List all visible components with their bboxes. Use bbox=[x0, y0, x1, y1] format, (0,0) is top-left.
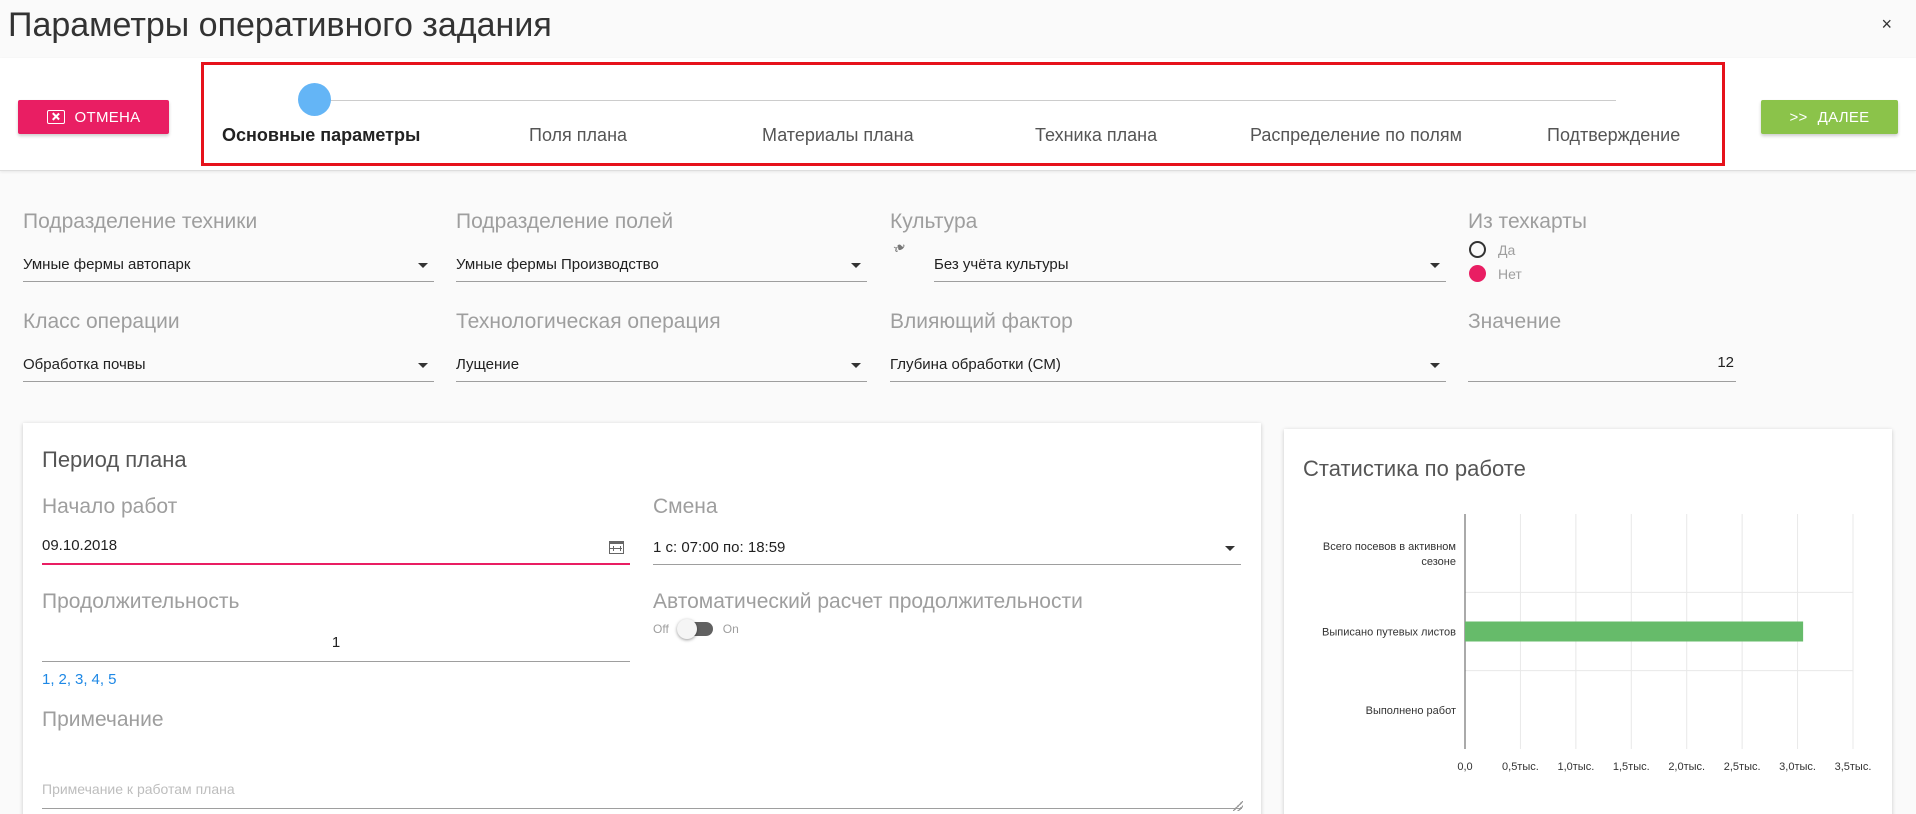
techcard-radio-yes[interactable]: Да bbox=[1469, 241, 1515, 258]
duration-label: Продолжительность bbox=[42, 590, 240, 613]
resize-handle-icon[interactable] bbox=[1233, 801, 1243, 811]
techcard-no-label: Нет bbox=[1498, 265, 1522, 282]
wizard-stepper: Основные параметры Поля плана Материалы … bbox=[201, 62, 1725, 166]
factor-label: Влияющий фактор bbox=[890, 310, 1073, 333]
auto-calc-label: Автоматический расчет продолжительности bbox=[653, 590, 1083, 613]
duration-quick-links: 1, 2, 3, 4, 5 bbox=[42, 671, 117, 688]
stepper-track bbox=[316, 100, 1616, 101]
field-division-select[interactable]: Умные фермы Производство bbox=[456, 246, 867, 282]
shift-select[interactable]: 1 с: 07:00 по: 18:59 bbox=[653, 529, 1241, 565]
note-textarea[interactable]: Примечание к работам плана bbox=[42, 769, 1242, 809]
auto-calc-toggle[interactable] bbox=[676, 619, 713, 639]
wizard-toolbar: ОТМЕНА Основные параметры Поля плана Мат… bbox=[0, 58, 1916, 171]
value-label: Значение bbox=[1468, 310, 1562, 333]
toggle-knob bbox=[676, 619, 697, 639]
factor-value: Глубина обработки (СМ) bbox=[890, 356, 1061, 373]
start-label: Начало работ bbox=[42, 495, 178, 518]
tech-operation-label: Технологическая операция bbox=[456, 310, 721, 333]
crop-select[interactable]: Без учёта культуры bbox=[934, 246, 1446, 282]
chart-tick-label: 0,0 bbox=[1457, 761, 1472, 773]
chart-tick-label: 0,5тыс. bbox=[1502, 761, 1539, 773]
techcard-yes-label: Да bbox=[1498, 241, 1516, 258]
cancel-button-label: ОТМЕНА bbox=[74, 108, 141, 126]
chevron-down-icon bbox=[418, 363, 428, 368]
radio-unchecked-icon bbox=[1469, 241, 1486, 258]
cancel-icon bbox=[46, 110, 65, 124]
chevron-down-icon bbox=[1430, 263, 1440, 268]
leaf-icon: ❧ bbox=[889, 237, 911, 260]
chart-tick-label: 1,0тыс. bbox=[1557, 761, 1594, 773]
equipment-division-label: Подразделение техники bbox=[23, 210, 258, 233]
duration-quick-4[interactable]: 4 bbox=[92, 671, 100, 688]
chart-bar bbox=[1465, 621, 1804, 642]
step-field-distribution[interactable]: Распределение по полям bbox=[1250, 125, 1462, 146]
factor-select[interactable]: Глубина обработки (СМ) bbox=[890, 346, 1446, 382]
title-bar: Параметры оперативного задания × bbox=[0, 0, 1916, 56]
toggle-on-label: On bbox=[722, 622, 739, 636]
chart-category-label: Выполнено работ bbox=[1366, 705, 1456, 717]
plan-period-card: Период плана Начало работ 09.10.2018 Сме… bbox=[23, 423, 1261, 814]
chevron-down-icon bbox=[418, 263, 428, 268]
field-division-label: Подразделение полей bbox=[456, 210, 674, 233]
cancel-button[interactable]: ОТМЕНА bbox=[18, 100, 169, 134]
start-date-value: 09.10.2018 bbox=[42, 537, 118, 554]
tech-operation-select[interactable]: Лущение bbox=[456, 346, 867, 382]
close-icon[interactable]: × bbox=[1881, 14, 1892, 35]
work-stats-chart: Всего посевов в активном сезоне Выписано п… bbox=[1322, 514, 1872, 773]
techcard-label: Из техкарты bbox=[1468, 210, 1587, 233]
chevron-down-icon bbox=[851, 363, 861, 368]
shift-label: Смена bbox=[653, 495, 718, 518]
chart-category-label: Всего посевов в активном bbox=[1323, 541, 1456, 553]
chart-tick-label: 3,5тыс. bbox=[1835, 761, 1872, 773]
chart-tick-label: 2,0тыс. bbox=[1668, 761, 1705, 773]
equipment-division-select[interactable]: Умные фермы автопарк bbox=[23, 246, 434, 282]
stepper-current-dot bbox=[298, 83, 331, 116]
calendar-icon[interactable] bbox=[609, 541, 624, 554]
step-main-params[interactable]: Основные параметры bbox=[222, 125, 420, 146]
chart-tick-label: 1,5тыс. bbox=[1613, 761, 1650, 773]
duration-quick-2[interactable]: 2 bbox=[59, 671, 67, 688]
operation-class-value: Обработка почвы bbox=[23, 356, 146, 373]
chart-category-label: Выписано путевых листов bbox=[1322, 627, 1456, 639]
chevron-down-icon bbox=[1430, 363, 1440, 368]
duration-input[interactable]: 1 bbox=[42, 622, 630, 662]
step-plan-fields[interactable]: Поля плана bbox=[529, 125, 627, 146]
shift-value: 1 с: 07:00 по: 18:59 bbox=[653, 539, 786, 556]
crop-label: Культура bbox=[890, 210, 978, 233]
field-division-value: Умные фермы Производство bbox=[456, 256, 659, 273]
operation-class-select[interactable]: Обработка почвы bbox=[23, 346, 434, 382]
techcard-radio-no[interactable]: Нет bbox=[1469, 265, 1522, 282]
radio-checked-icon bbox=[1469, 265, 1486, 282]
equipment-division-value: Умные фермы автопарк bbox=[23, 256, 191, 273]
start-date-input[interactable]: 09.10.2018 bbox=[42, 525, 630, 565]
tech-operation-value: Лущение bbox=[456, 356, 520, 373]
chart-category-label: сезоне bbox=[1421, 556, 1456, 568]
operation-class-label: Класс операции bbox=[23, 310, 180, 333]
work-stats-card: Статистика по работе Всего посевов в акт… bbox=[1284, 429, 1892, 814]
toggle-off-label: Off bbox=[653, 622, 669, 636]
chart-tick-label: 3,0тыс. bbox=[1779, 761, 1816, 773]
next-button[interactable]: >> ДАЛЕЕ bbox=[1761, 100, 1898, 134]
chart-tick-label: 2,5тыс. bbox=[1724, 761, 1761, 773]
crop-value: Без учёта культуры bbox=[934, 256, 1069, 273]
step-confirmation[interactable]: Подтверждение bbox=[1547, 125, 1680, 146]
step-plan-equipment[interactable]: Техника плана bbox=[1035, 125, 1157, 146]
auto-calc-toggle-group: Off On bbox=[653, 619, 739, 639]
window-title: Параметры оперативного задания bbox=[8, 6, 552, 44]
duration-quick-3[interactable]: 3 bbox=[75, 671, 83, 688]
duration-quick-1[interactable]: 1 bbox=[42, 671, 50, 688]
chevron-down-icon bbox=[1225, 546, 1235, 551]
note-label: Примечание bbox=[42, 708, 164, 731]
duration-quick-5[interactable]: 5 bbox=[108, 671, 116, 688]
period-title: Период плана bbox=[42, 447, 187, 472]
next-button-label: ДАЛЕЕ bbox=[1817, 108, 1870, 126]
next-icon: >> bbox=[1789, 108, 1808, 126]
step-plan-materials[interactable]: Материалы плана bbox=[762, 125, 914, 146]
chevron-down-icon bbox=[851, 263, 861, 268]
value-input[interactable]: 12 bbox=[1468, 346, 1736, 382]
